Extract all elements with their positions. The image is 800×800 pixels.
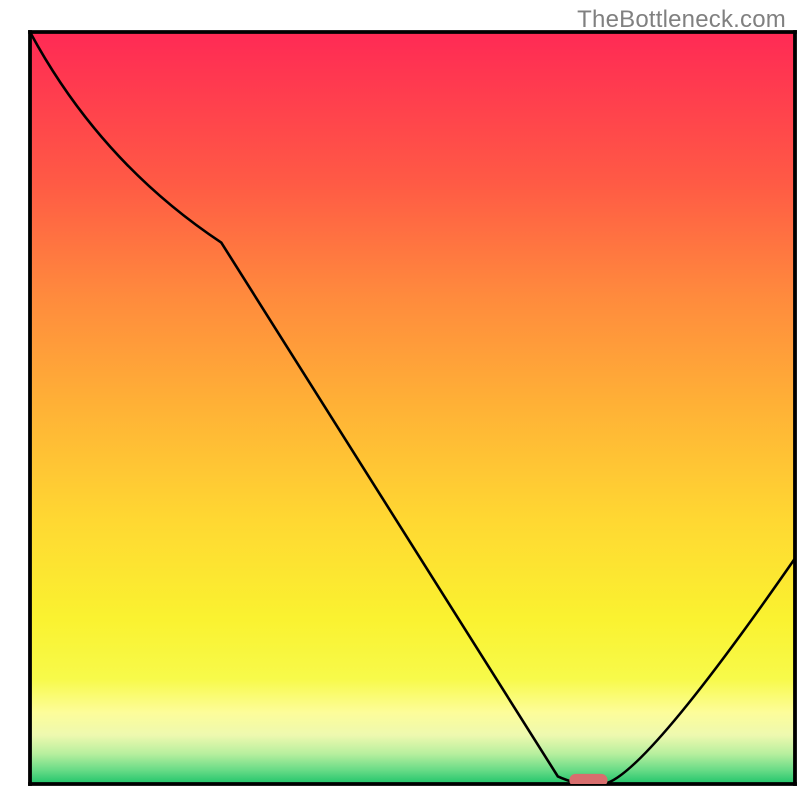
chart-container: TheBottleneck.com [0,0,800,800]
watermark-text: TheBottleneck.com [577,6,786,34]
bottleneck-chart [0,0,800,800]
gradient-background [30,32,795,784]
